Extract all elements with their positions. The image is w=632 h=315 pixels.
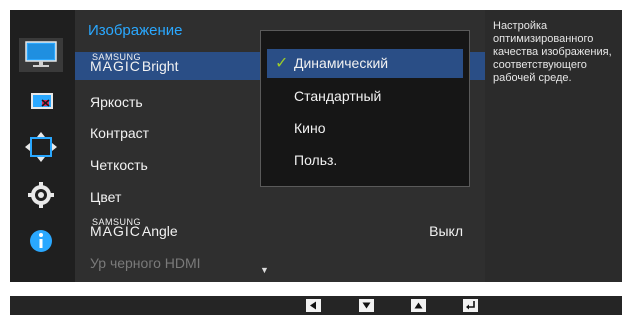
menu-item-label: Цвет <box>90 189 122 205</box>
samsung-magic-logo: SAMSUNG MAGIC <box>90 217 142 239</box>
left-arrow-button[interactable] <box>306 299 321 312</box>
color-picture-icon[interactable] <box>19 86 63 120</box>
dropdown-option[interactable]: Кино <box>267 114 463 143</box>
menu-item-value: Выкл <box>429 223 463 239</box>
check-icon: ✓ <box>275 55 289 72</box>
enter-button[interactable] <box>463 299 478 312</box>
samsung-magic-logo: SAMSUNG MAGIC <box>90 52 142 74</box>
menu-title: Изображение <box>88 22 183 39</box>
magic-bright-dropdown: ✓ Динамический Стандартный Кино Польз. <box>260 30 470 187</box>
description-panel: Настройка оптимизированного качества изо… <box>487 10 622 282</box>
menu-item-label: Angle <box>141 223 178 239</box>
menu-item-label: Четкость <box>90 157 148 173</box>
menu-item-label: Контраст <box>90 125 150 141</box>
dropdown-option[interactable]: Польз. <box>267 146 463 175</box>
menu-item-label: Ур черного HDMI <box>90 255 201 271</box>
description-text: Настройка оптимизированного качества изо… <box>493 20 612 84</box>
dropdown-option[interactable]: Стандартный <box>267 82 463 111</box>
left-arrow-icon <box>310 301 316 310</box>
down-arrow-icon <box>362 302 371 309</box>
menu-item-label: Яркость <box>90 94 143 110</box>
up-arrow-button[interactable] <box>411 299 426 312</box>
scroll-down-indicator: ▼ <box>260 265 269 275</box>
settings-gear-icon[interactable] <box>19 178 63 212</box>
enter-icon <box>466 301 475 310</box>
resize-arrows-icon[interactable] <box>19 131 63 165</box>
monitor-icon[interactable] <box>19 38 63 72</box>
menu-item-hdmi-black-level: Ур черного HDMI <box>75 249 485 277</box>
down-arrow-button[interactable] <box>359 299 374 312</box>
dropdown-option[interactable]: ✓ Динамический <box>267 49 463 78</box>
up-arrow-icon <box>414 302 423 309</box>
menu-item-color[interactable]: Цвет <box>75 183 485 211</box>
info-icon[interactable] <box>19 224 63 258</box>
menu-item-label: Bright <box>141 58 179 74</box>
menu-item-magic-angle[interactable]: SAMSUNG MAGIC Angle Выкл <box>75 217 485 245</box>
